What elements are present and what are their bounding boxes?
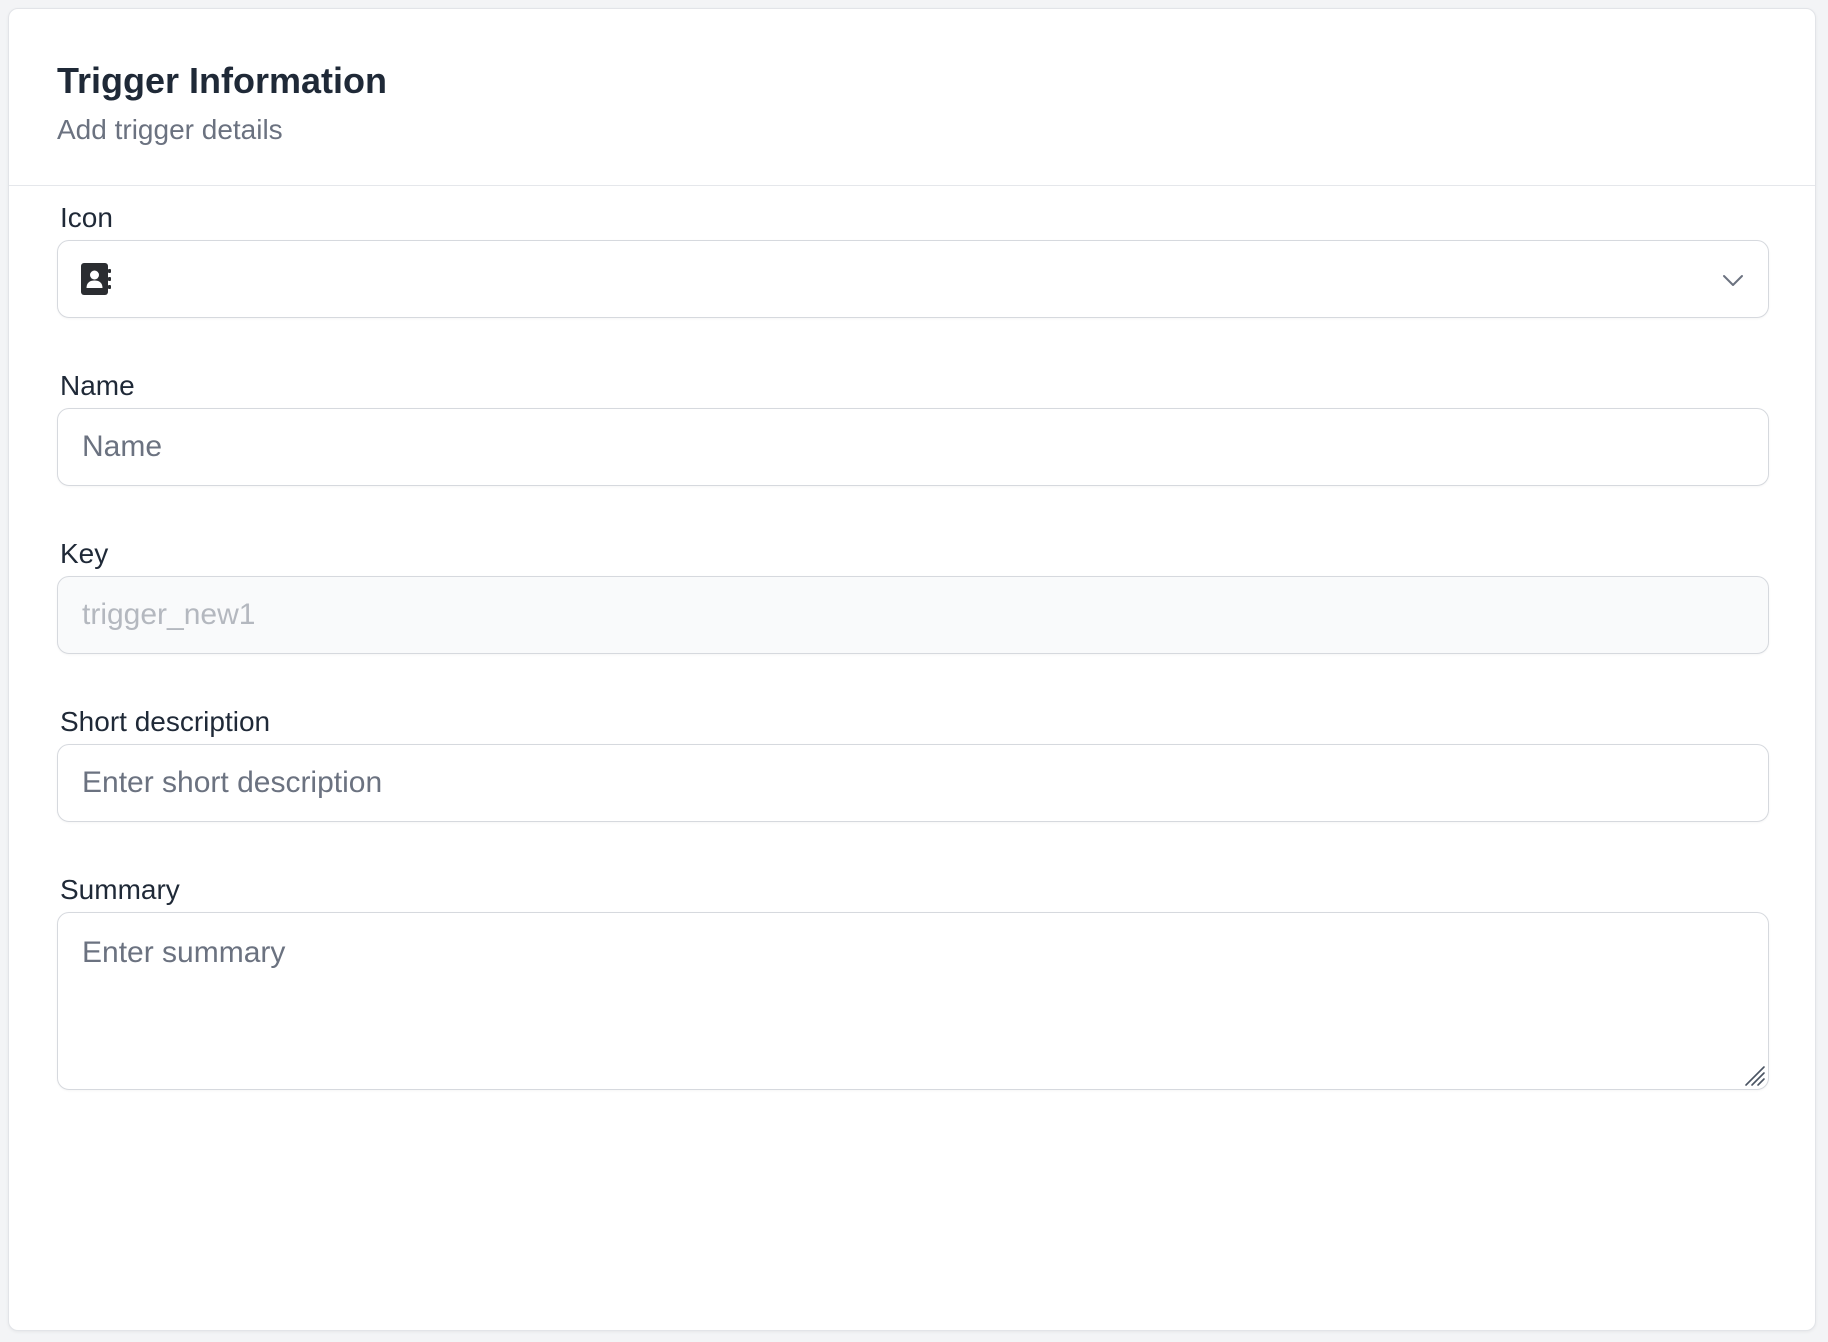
card-title: Trigger Information: [57, 60, 388, 101]
contact-book-icon: [81, 263, 111, 295]
summary-field-container: [57, 912, 1769, 1090]
summary-textarea[interactable]: [58, 913, 1768, 1089]
name-field-container: [57, 408, 1769, 486]
chevron-down-icon: [1723, 275, 1743, 286]
icon-select[interactable]: [57, 240, 1769, 318]
key-input: [58, 577, 1768, 653]
name-field-label: Name: [60, 370, 135, 401]
short-description-field-label: Short description: [60, 706, 271, 737]
short-description-field-container: [57, 744, 1769, 822]
trigger-information-card: Trigger Information Add trigger details …: [8, 8, 1816, 1331]
icon-field-label: Icon: [60, 202, 113, 233]
key-field-container: [57, 576, 1769, 654]
key-field-label: Key: [60, 538, 109, 569]
short-description-input[interactable]: [58, 745, 1768, 821]
resize-handle-icon[interactable]: [1742, 1063, 1766, 1087]
card-header: Trigger Information Add trigger details: [9, 9, 1815, 186]
card-subtitle: Add trigger details: [57, 114, 283, 145]
summary-field-label: Summary: [60, 874, 180, 905]
name-input[interactable]: [58, 409, 1768, 485]
